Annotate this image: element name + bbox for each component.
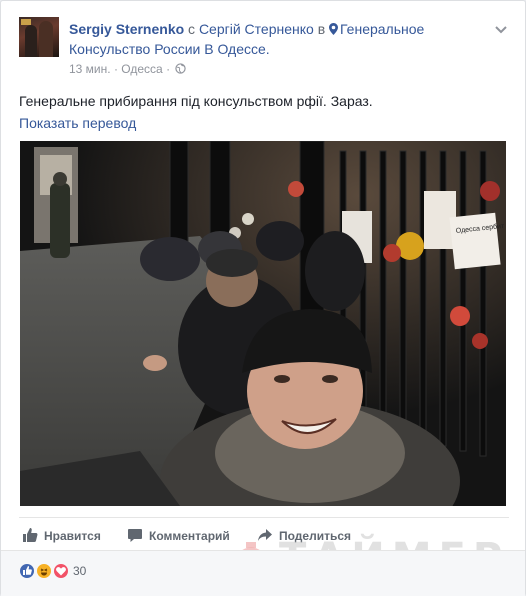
hand (143, 355, 167, 371)
author-name-link[interactable]: Sergiy Sternenko (69, 21, 184, 37)
photo-scene: Одесса сербит со всей Россией (20, 141, 506, 506)
like-label: Нравится (44, 529, 101, 543)
comment-icon (128, 529, 142, 542)
post-timestamp[interactable]: 13 мин. (69, 62, 111, 76)
thumbs-up-icon (23, 566, 32, 575)
chevron-down-icon[interactable] (493, 21, 509, 37)
thumbs-up-icon (23, 528, 38, 542)
comment-button[interactable]: Комментарий (127, 527, 237, 545)
facebook-post: Sergiy Sternenko с Сергій Стерненко в Ге… (0, 0, 526, 596)
person-back (256, 221, 304, 261)
tagged-person-link[interactable]: Сергій Стерненко (199, 21, 314, 37)
guard-head (53, 172, 67, 186)
like-reaction-icon[interactable] (18, 562, 36, 580)
heart-icon (56, 567, 66, 576)
author-avatar[interactable] (19, 17, 59, 57)
haha-reaction-icon[interactable] (35, 562, 53, 580)
comment-label: Комментарий (149, 529, 230, 543)
avatar-figure (39, 21, 53, 57)
person-back (305, 231, 365, 311)
meta-separator: · (113, 62, 118, 76)
in-word: в (317, 21, 326, 37)
with-word: с (188, 21, 196, 37)
selfie-eye (274, 375, 290, 383)
post-body-text: Генеральне прибирання під консульством р… (19, 93, 373, 109)
globe-icon[interactable] (175, 63, 187, 74)
reaction-count[interactable]: 30 (73, 563, 86, 579)
laughing-face-icon (40, 568, 48, 576)
show-translation-link[interactable]: Показать перевод (19, 113, 136, 133)
guard-figure (50, 183, 70, 258)
selfie-eye (322, 375, 338, 383)
reactions-bar: 30 (1, 550, 525, 596)
meta-separator: · (166, 62, 171, 76)
post-meta: 13 мин. · Одесса · (69, 61, 187, 77)
post-headline: Sergiy Sternenko с Сергій Стерненко в Ге… (69, 19, 489, 59)
post-header: Sergiy Sternenko с Сергій Стерненко в Ге… (19, 17, 509, 79)
like-button[interactable]: Нравится (22, 527, 102, 545)
post-photo[interactable]: Одесса сербит со всей Россией (20, 141, 506, 506)
person-back (140, 237, 200, 281)
location-pin-icon (329, 23, 339, 35)
person-hat (206, 249, 258, 277)
post-location[interactable]: Одесса (121, 62, 162, 76)
love-reaction-icon[interactable] (52, 562, 70, 580)
avatar-figure (25, 25, 37, 57)
